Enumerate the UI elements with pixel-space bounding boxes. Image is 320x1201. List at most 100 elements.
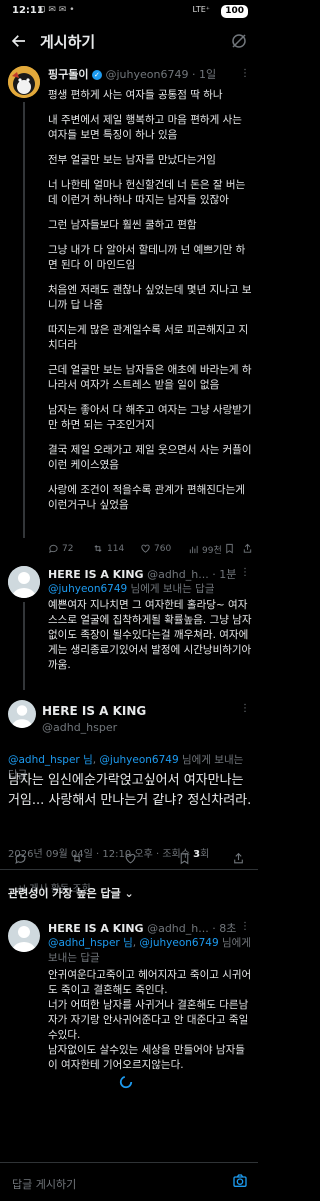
bookmark-button[interactable] [224, 543, 235, 554]
divider [0, 868, 258, 869]
network-indicator: LTE⁺ [192, 5, 210, 14]
post-time: · 1일 [191, 68, 217, 81]
sort-replies-dropdown[interactable]: 관련성이 가장 높은 답글 ⌄ [8, 885, 134, 901]
more-options-icon[interactable]: ⋮ [240, 921, 250, 932]
post-time: · 1분 [212, 568, 237, 581]
share-button[interactable] [242, 543, 253, 554]
author-name[interactable]: HERE IS A KING [42, 704, 146, 718]
share-icon [234, 852, 243, 864]
mention-link[interactable]: @juhyeon6749 [139, 937, 218, 949]
avatar-penguin-icon [8, 66, 40, 98]
divider [0, 869, 258, 870]
author-handle[interactable]: @adhd_h... [147, 568, 209, 581]
like-count: 760 [154, 543, 172, 554]
thread-line [23, 102, 25, 538]
replying-to: @juhyeon6749 님에게 보내는 답글 [48, 583, 215, 595]
mention-link[interactable]: @juhyeon6749 [99, 754, 178, 766]
view-count: 99천 [202, 546, 222, 556]
post-paragraph: 결국 제일 오래가고 제일 웃으면서 사는 커플이 이런 케이스였음 [48, 444, 252, 471]
post-paragraph: 평생 편하게 사는 여자들 공통점 딱 하나 [48, 89, 223, 101]
bookmark-icon [180, 853, 189, 865]
author-handle[interactable]: @adhd_h... [147, 922, 209, 935]
more-options-icon[interactable]: ⋮ [240, 703, 250, 714]
mention-link[interactable]: @adhd_hsper 님 [8, 754, 93, 766]
post-paragraph: 너 나한테 얼마나 헌신할건데 너 돈은 잘 버는데 이런거 하나하나 따지는 … [48, 179, 246, 206]
post-paragraph: 그런 남자들보다 훨씬 쿨하고 편함 [48, 219, 197, 231]
post-paragraph: 사랑에 조건이 적을수록 관계가 편해진다는게 이런거구나 싶었음 [48, 484, 245, 511]
status-bar: 12:11 ⊡ ✉ ✉ • LTE⁺ 100 [0, 0, 258, 24]
reply-icon [15, 854, 26, 864]
top-bar: 게시하기 [0, 24, 258, 58]
avatar[interactable] [8, 700, 36, 728]
post-body: 남자는 임신에순가락얹고싶어서 여자만나는거임... 사랑해서 만나는거 같냐?… [8, 773, 252, 808]
more-options-icon[interactable]: ⋮ [240, 567, 250, 578]
retweet-button[interactable] [70, 852, 84, 865]
share-button[interactable] [232, 852, 245, 865]
reply-body-line: 남자없이도 살수있는 세상을 만들어야 남자들이 여자한테 기어오르지않는다. [48, 1044, 245, 1071]
default-avatar-icon [8, 566, 40, 598]
post-paragraph: 전부 얼굴만 보는 남자를 만났다는거임 [48, 154, 216, 166]
heart-icon [141, 544, 150, 553]
reply-body-line: 안귀여운다고죽이고 헤어지자고 죽이고 시귀어도 죽이고 결혼해도 죽인다. [48, 969, 252, 996]
battery-indicator: 100 [221, 5, 248, 18]
default-avatar-icon [8, 920, 40, 952]
post-actions: 72 114 760 99천 [48, 543, 252, 559]
post-paragraph: 처음엔 저래도 괜찮나 싶었는데 몇년 지나고 보니까 답 나옴 [48, 284, 252, 311]
reply-button[interactable]: 72 [48, 543, 73, 554]
reply-body: 안귀여운다고죽이고 헤어지자고 죽이고 시귀어도 죽이고 결혼해도 죽인다. 너… [48, 968, 252, 1073]
post-time: · 8초 [212, 922, 237, 935]
retweet-icon [72, 854, 82, 863]
verified-icon: ✓ [91, 70, 102, 80]
mention-link[interactable]: @juhyeon6749 [48, 583, 127, 595]
reply-button[interactable] [14, 852, 27, 865]
page-title: 게시하기 [40, 33, 96, 51]
reply-composer [0, 1162, 258, 1201]
author-handle[interactable]: @juhyeon6749 [105, 68, 188, 81]
default-avatar-icon [8, 700, 36, 728]
post-author-line: 핑구돌이 ✓ @juhyeon6749 · 1일 [48, 66, 252, 82]
more-options-icon[interactable]: ⋮ [240, 68, 250, 79]
reply-body: 예쁜여자 지나치면 그 여자한테 홀라당~ 여자 스스로 얼굴에 집착하게될 확… [48, 599, 252, 671]
reply-input[interactable] [10, 1173, 214, 1195]
author-name[interactable]: 핑구돌이 [48, 68, 88, 81]
reply-body-line: 너가 어떠한 남자를 사귀거나 결혼해도 다른남자가 자기랑 안사귀어준다고 안… [48, 999, 249, 1041]
avatar[interactable] [8, 66, 40, 98]
thread-line [23, 602, 25, 690]
like-button[interactable] [124, 852, 137, 865]
like-button[interactable]: 760 [140, 543, 171, 554]
back-arrow-icon[interactable] [10, 32, 28, 50]
post-paragraph: 그냥 내가 다 알아서 할테니까 넌 예쁘기만 하면 된다 이 마인드임 [48, 244, 246, 271]
heart-icon [125, 853, 136, 864]
mention-link[interactable]: @adhd_hsper 님 [48, 937, 133, 949]
notification-icons: ⊡ ✉ ✉ • [38, 5, 75, 15]
avatar[interactable] [8, 566, 40, 598]
retweet-icon [94, 545, 102, 552]
post-paragraph: 따지는게 많은 관계일수록 서로 피곤해지고 지치더라 [48, 324, 249, 351]
reply-count: 72 [62, 543, 74, 554]
reply-author-line: HERE IS A KING @adhd_h... · 8초 [48, 920, 252, 936]
retweet-button[interactable]: 114 [92, 543, 124, 554]
focused-post-actions [14, 852, 250, 868]
views-button[interactable]: 99천 [188, 543, 222, 556]
views-chart-icon [189, 545, 198, 554]
share-icon [243, 543, 252, 553]
camera-icon[interactable] [232, 1173, 248, 1189]
post-paragraph: 내 주변에서 제일 행복하고 마음 편하게 사는 여자들 보면 특징이 하나 있… [48, 114, 242, 141]
reply-post[interactable]: HERE IS A KING @adhd_h... · 1분 @juhyeon6… [48, 566, 252, 673]
post-body: 평생 편하게 사는 여자들 공통점 딱 하나내 주변에서 제일 행복하고 마음 … [48, 88, 252, 513]
avatar[interactable] [8, 920, 40, 952]
post-paragraph: 근데 얼굴만 보는 남자들은 애초에 바라는게 하나라서 여자가 스트레스 받을… [48, 364, 252, 391]
reply-post[interactable]: HERE IS A KING @adhd_h... · 8초 @adhd_hsp… [48, 920, 252, 1073]
post-paragraph: 남자는 좋아서 다 해주고 여자는 그냥 사랑받기만 하면 되는 구조인거지 [48, 404, 252, 431]
loading-spinner-icon [119, 1075, 133, 1089]
refresh-icon[interactable] [230, 32, 248, 50]
bookmark-button[interactable] [178, 852, 191, 865]
author-name[interactable]: HERE IS A KING [48, 568, 144, 581]
original-post[interactable]: 핑구돌이 ✓ @juhyeon6749 · 1일 평생 편하게 사는 여자들 공… [48, 66, 252, 523]
replying-to: @adhd_hsper 님, @juhyeon6749 님에게 보내는 답글 [48, 937, 251, 964]
author-name[interactable]: HERE IS A KING [48, 922, 144, 935]
bookmark-icon [226, 543, 233, 554]
retweet-count: 114 [107, 543, 125, 554]
reply-icon [49, 544, 58, 554]
author-handle[interactable]: @adhd_hsper [42, 721, 117, 734]
